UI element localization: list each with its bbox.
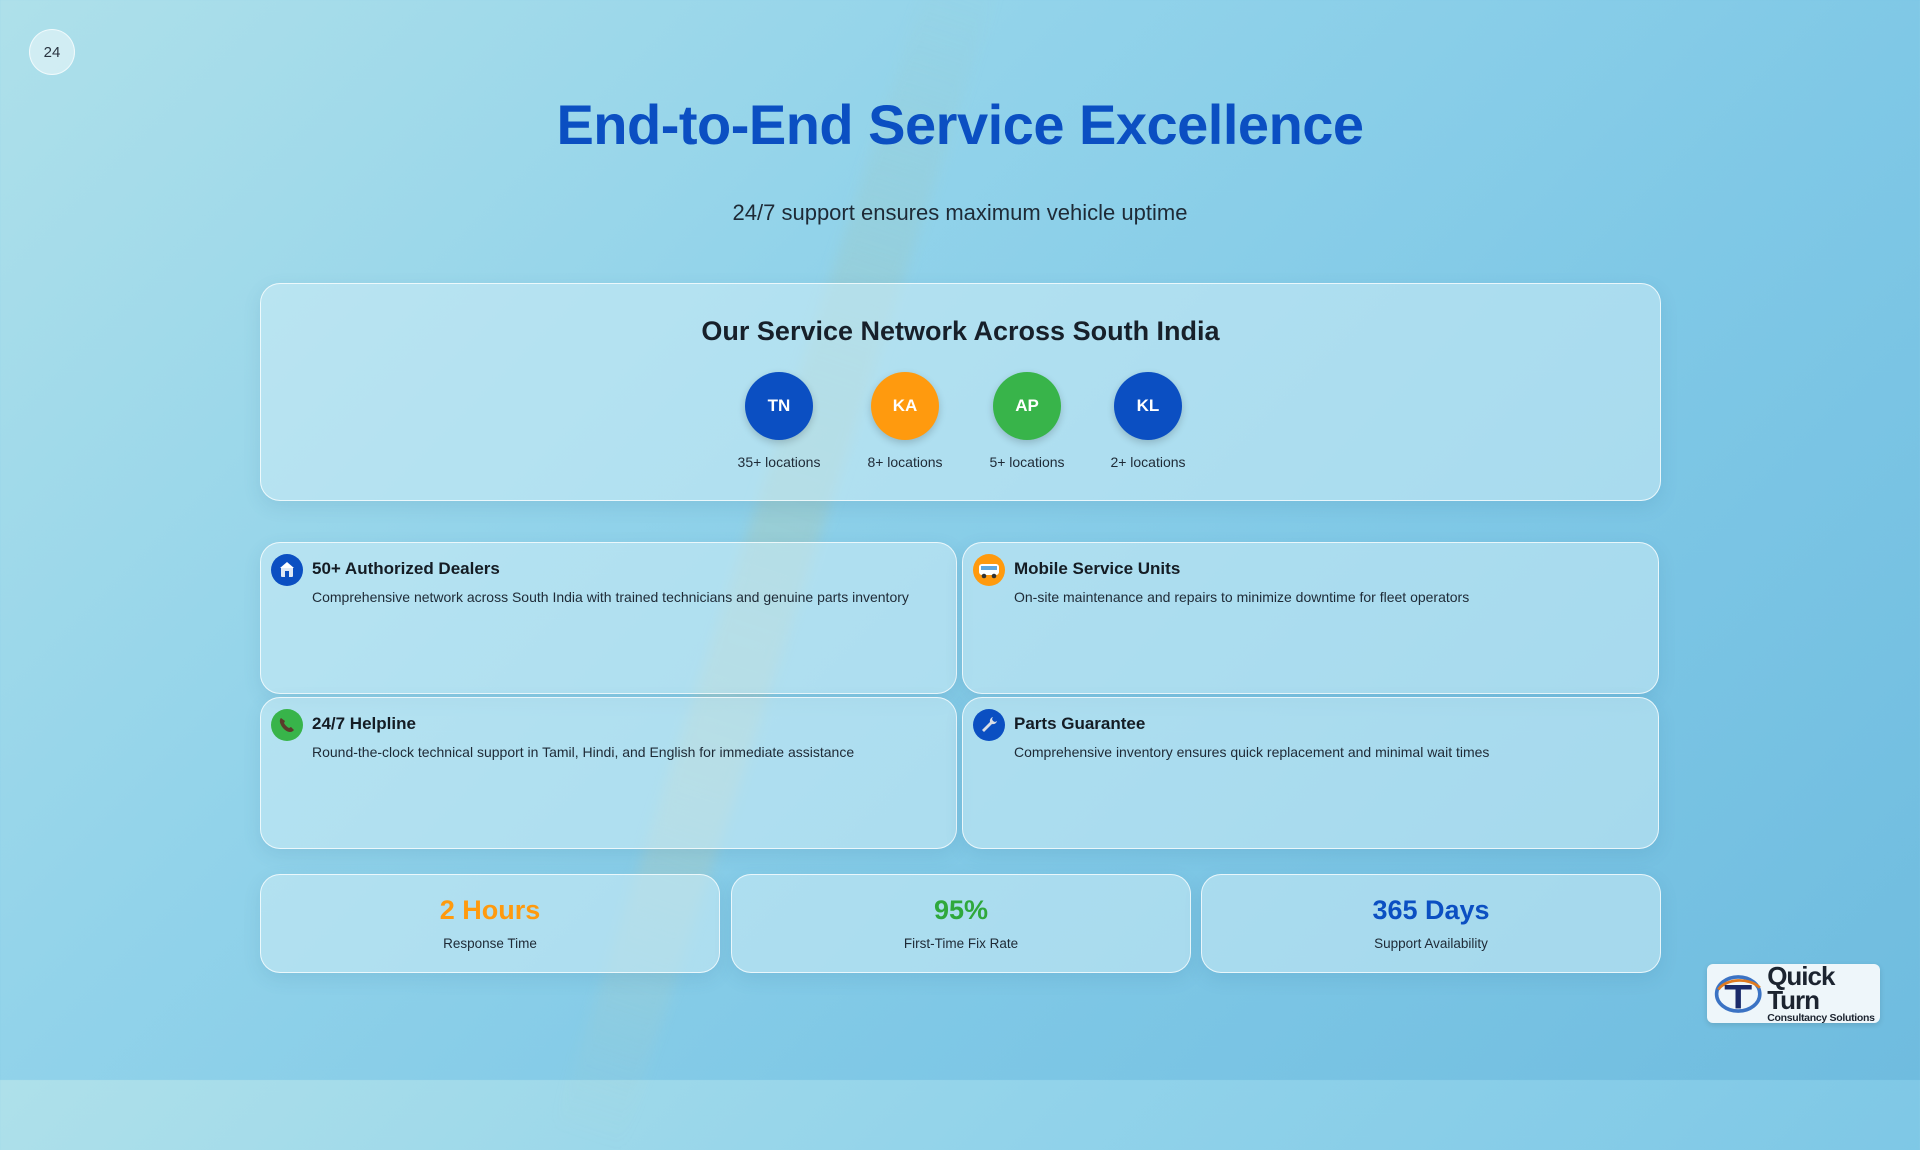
feature-title: Parts Guarantee (1014, 714, 1146, 733)
state-ap: AP 5+ locations (967, 372, 1087, 470)
feature-description: Round-the-clock technical support in Tam… (312, 744, 855, 760)
stat-label: Response Time (443, 936, 537, 951)
state-badge: KA (871, 372, 939, 440)
state-badge: TN (745, 372, 813, 440)
stat-card-response-time: 2 Hours Response Time (260, 874, 720, 973)
feature-description: Comprehensive inventory ensures quick re… (1014, 744, 1490, 760)
stat-value: 365 Days (1372, 895, 1490, 925)
page-number: 24 (43, 43, 61, 61)
feature-description: Comprehensive network across South India… (312, 589, 909, 605)
stat-card-availability: 365 Days Support Availability (1201, 874, 1661, 973)
feature-card-mobile-units: Mobile Service Units On-site maintenance… (962, 542, 1659, 694)
wrench-icon (973, 709, 1005, 741)
stat-value: 95% (933, 895, 989, 925)
state-locations: 2+ locations (1110, 454, 1186, 470)
page-subtitle: 24/7 support ensures maximum vehicle upt… (732, 200, 1188, 225)
state-locations: 35+ locations (737, 454, 821, 470)
bus-icon (973, 554, 1005, 586)
state-code: AP (1015, 396, 1039, 415)
logo-emblem-icon (1714, 974, 1762, 1013)
feature-title: Mobile Service Units (1014, 559, 1181, 578)
company-logo: Quick Turn Consultancy Solutions (1707, 960, 1880, 1024)
logo-name: Quick Turn (1767, 960, 1835, 1015)
state-tn: TN 35+ locations (719, 372, 839, 470)
feature-title: 24/7 Helpline (312, 714, 416, 733)
page-number-badge: 24 (29, 29, 75, 75)
page-title: End-to-End Service Excellence (556, 93, 1364, 156)
state-locations: 8+ locations (867, 454, 943, 470)
state-kl: KL 2+ locations (1088, 372, 1208, 470)
state-locations: 5+ locations (989, 454, 1065, 470)
dealer-icon (271, 554, 303, 586)
network-title: Our Service Network Across South India (701, 316, 1220, 346)
stat-label: First-Time Fix Rate (903, 936, 1019, 951)
stat-label: Support Availability (1374, 936, 1488, 951)
feature-card-parts: Parts Guarantee Comprehensive inventory … (962, 697, 1659, 849)
service-network-panel: Our Service Network Across South India T… (260, 283, 1661, 501)
stat-card-fix-rate: 95% First-Time Fix Rate (731, 874, 1191, 973)
feature-title: 50+ Authorized Dealers (312, 559, 500, 578)
feature-card-dealers: 50+ Authorized Dealers Comprehensive net… (260, 542, 957, 694)
phone-icon (271, 709, 303, 741)
state-badge: AP (993, 372, 1061, 440)
state-code: KL (1136, 396, 1160, 415)
feature-description: On-site maintenance and repairs to minim… (1014, 589, 1470, 605)
stat-value: 2 Hours (439, 895, 541, 925)
state-code: KA (892, 396, 918, 415)
state-code: TN (767, 396, 791, 415)
feature-card-helpline: 24/7 Helpline Round-the-clock technical … (260, 697, 957, 849)
state-badge: KL (1114, 372, 1182, 440)
logo-tagline: Consultancy Solutions (1767, 1011, 1875, 1024)
state-ka: KA 8+ locations (845, 372, 965, 470)
